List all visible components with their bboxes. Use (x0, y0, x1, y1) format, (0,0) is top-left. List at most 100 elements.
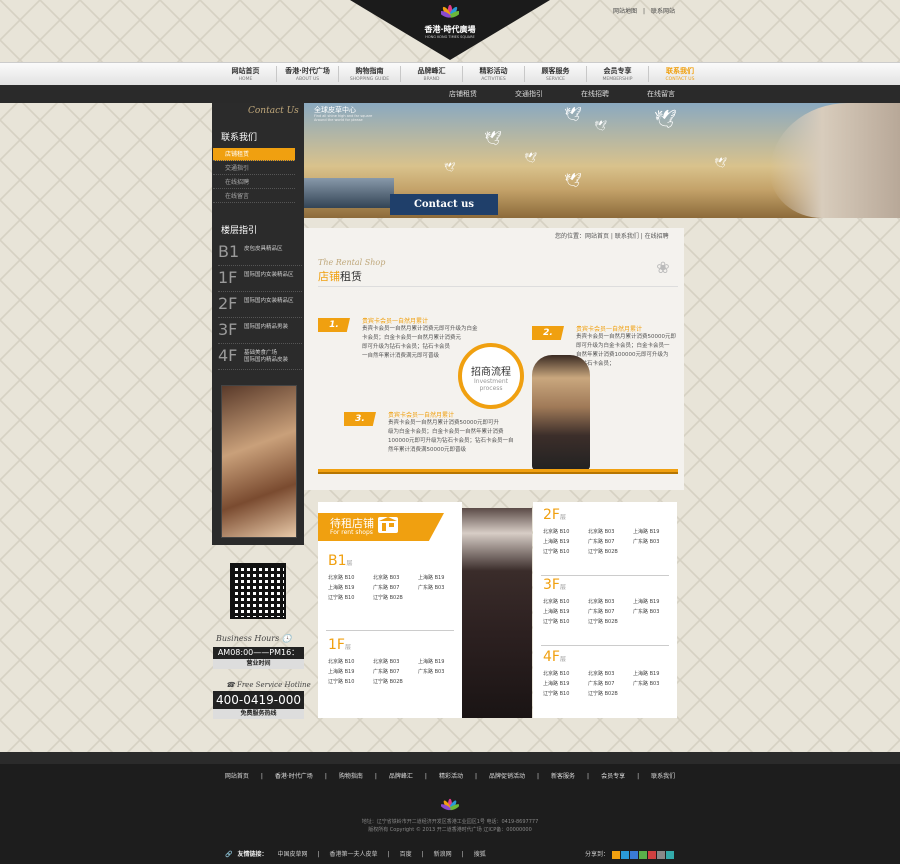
footer-nav-item[interactable]: 联系我们 (651, 773, 675, 780)
floor-guide-item[interactable]: 3F 国际国内精品男装 (218, 318, 302, 344)
share-tqq-icon[interactable] (629, 850, 638, 859)
floor-guide-item[interactable]: 1F 国际国内女装精品区 (218, 266, 302, 292)
share-qzone-icon[interactable] (611, 850, 620, 859)
rent-shop-cell[interactable]: 辽宁路 B10 (328, 677, 373, 687)
footer-nav-item[interactable]: 品牌峰汇 (389, 773, 413, 780)
nav-item-0[interactable]: 网站首页 HOME (215, 66, 277, 82)
nav-item-3[interactable]: 品牌峰汇 BRAND (401, 66, 463, 82)
rent-shop-cell[interactable]: 广东路 B03 (633, 679, 678, 689)
subnav-traffic[interactable]: 交通指引 (496, 89, 562, 99)
rent-shop-cell[interactable]: 北京路 B10 (543, 669, 588, 679)
rent-shop-cell[interactable]: 北京路 B10 (328, 657, 373, 667)
sidebar-item-traffic[interactable]: 交通指引 (213, 162, 295, 175)
rent-floor-list: 北京路 B10 北京路 B03 上海路 B19 上海路 B19 广东路 B07 广东路 B… (543, 669, 678, 699)
rent-shop-cell[interactable]: 广东路 B03 (633, 537, 678, 547)
step-1-badge: 1. (318, 318, 350, 332)
rent-shop-cell[interactable]: 广东路 B07 (373, 583, 418, 593)
rent-shop-cell[interactable]: 辽宁路 B02B (373, 677, 418, 687)
rent-shop-cell[interactable]: 广东路 B03 (418, 583, 463, 593)
rent-shop-cell[interactable] (418, 677, 463, 687)
dove-icon: 🕊 (564, 107, 582, 123)
share-renren-icon[interactable] (638, 850, 647, 859)
friend-link[interactable]: 香港第一夫人皮草 (330, 851, 378, 858)
rent-shop-cell[interactable]: 上海路 B19 (633, 669, 678, 679)
rent-shop-cell[interactable]: 辽宁路 B02B (588, 689, 633, 699)
contact-us-banner-button[interactable]: Contact us (390, 194, 498, 215)
nav-item-5[interactable]: 顾客服务 SERVICE (525, 66, 587, 82)
rent-shop-cell[interactable]: 辽宁路 B10 (543, 617, 588, 627)
share-kaixin-icon[interactable] (647, 850, 656, 859)
sidebar-item-message[interactable]: 在线留言 (213, 190, 295, 203)
rent-shop-cell[interactable] (633, 617, 678, 627)
rent-shop-cell[interactable]: 上海路 B19 (418, 573, 463, 583)
footer-nav-item[interactable]: 香港·时代广场 (275, 773, 313, 780)
rent-shop-cell[interactable]: 辽宁路 B02B (588, 547, 633, 557)
footer-nav-item[interactable]: 网站首页 (225, 773, 249, 780)
rent-shop-cell[interactable]: 辽宁路 B02B (373, 593, 418, 603)
rent-shop-cell[interactable] (633, 689, 678, 699)
share-douban-icon[interactable] (656, 850, 665, 859)
subnav-rental[interactable]: 店铺租赁 (430, 89, 496, 99)
subnav-jobs[interactable]: 在线招聘 (562, 89, 628, 99)
contact-link[interactable]: 联系网站 (651, 8, 675, 15)
rent-shop-cell[interactable]: 北京路 B10 (543, 527, 588, 537)
nav-item-6[interactable]: 会员专享 MEMBERSHIP (587, 66, 649, 82)
nav-item-7[interactable]: 联系我们 CONTACT US (649, 66, 711, 82)
footer-nav-item[interactable]: 品牌促销活动 (489, 773, 525, 780)
rent-shop-cell[interactable]: 辽宁路 B02B (588, 617, 633, 627)
rent-shop-cell[interactable]: 上海路 B19 (633, 597, 678, 607)
footer-nav-item[interactable]: 精彩活动 (439, 773, 463, 780)
rent-shop-cell[interactable]: 广东路 B07 (588, 679, 633, 689)
rent-shop-cell[interactable]: 辽宁路 B10 (543, 689, 588, 699)
footer-nav-item[interactable]: 购物指南 (339, 773, 363, 780)
rent-shop-cell[interactable]: 上海路 B19 (328, 583, 373, 593)
rent-shop-cell[interactable] (418, 593, 463, 603)
rent-shop-cell[interactable]: 辽宁路 B10 (543, 547, 588, 557)
friend-link[interactable]: 中国皮草网 (278, 851, 308, 858)
floor-desc: 国际国内女装精品区 (244, 298, 294, 304)
rent-shop-cell[interactable]: 北京路 B03 (588, 597, 633, 607)
floor-guide-item[interactable]: B1 皮包皮具精品区 (218, 240, 302, 266)
rent-shop-cell[interactable]: 北京路 B10 (328, 573, 373, 583)
rent-shop-cell[interactable]: 北京路 B03 (588, 669, 633, 679)
rent-shop-cell[interactable]: 广东路 B07 (588, 537, 633, 547)
sidebar-item-rental[interactable]: 店铺租赁 (213, 148, 295, 161)
page-title: 店铺租赁 (318, 270, 362, 283)
sitemap-link[interactable]: 网站地图 (613, 8, 637, 15)
share-weibo-icon[interactable] (620, 850, 629, 859)
share-more-icon[interactable] (665, 850, 674, 859)
footer-nav-item[interactable]: 新客服务 (551, 773, 575, 780)
dove-icon: 🕊 (524, 153, 537, 164)
friend-link[interactable]: 百度 (400, 851, 412, 858)
rent-shop-cell[interactable]: 北京路 B10 (543, 597, 588, 607)
rent-shop-cell[interactable]: 上海路 B19 (543, 537, 588, 547)
rent-shop-cell[interactable]: 上海路 B19 (418, 657, 463, 667)
sidebar-item-jobs[interactable]: 在线招聘 (213, 176, 295, 189)
nav-sublabel: SERVICE (546, 77, 565, 82)
rent-shop-cell[interactable]: 上海路 B19 (633, 527, 678, 537)
rent-shop-cell[interactable] (633, 547, 678, 557)
rent-shop-cell[interactable]: 北京路 B03 (373, 657, 418, 667)
rent-shop-cell[interactable]: 广东路 B03 (418, 667, 463, 677)
rent-shop-cell[interactable]: 广东路 B03 (633, 607, 678, 617)
footer-nav-item[interactable]: 会员专享 (601, 773, 625, 780)
rent-shop-cell[interactable]: 上海路 B19 (543, 607, 588, 617)
rent-shop-cell[interactable]: 上海路 B19 (328, 667, 373, 677)
floor-guide-item[interactable]: 2F 国际国内女装精品区 (218, 292, 302, 318)
subnav-message[interactable]: 在线留言 (628, 89, 694, 99)
banner-building (304, 178, 394, 208)
rent-shop-cell[interactable]: 广东路 B07 (588, 607, 633, 617)
nav-item-4[interactable]: 精彩活动 ACTIVITIES (463, 66, 525, 82)
rent-shop-cell[interactable]: 北京路 B03 (373, 573, 418, 583)
rent-shop-cell[interactable]: 广东路 B07 (373, 667, 418, 677)
floor-guide-item[interactable]: 4F 基础美食广场 国际国内精品皮装 (218, 344, 302, 370)
friend-link[interactable]: 搜狐 (474, 851, 486, 858)
rent-shop-cell[interactable]: 北京路 B03 (588, 527, 633, 537)
nav-item-2[interactable]: 购物指南 SHOPPING GUIDE (339, 66, 401, 82)
rent-shop-cell[interactable]: 辽宁路 B10 (328, 593, 373, 603)
sidebar-item-label: 在线留言 (225, 193, 250, 200)
friend-link[interactable]: 新浪网 (434, 851, 452, 858)
flower-logo-icon[interactable] (441, 4, 459, 22)
rent-shop-cell[interactable]: 上海路 B19 (543, 679, 588, 689)
nav-item-1[interactable]: 香港·时代广场 ABOUT US (277, 66, 339, 82)
